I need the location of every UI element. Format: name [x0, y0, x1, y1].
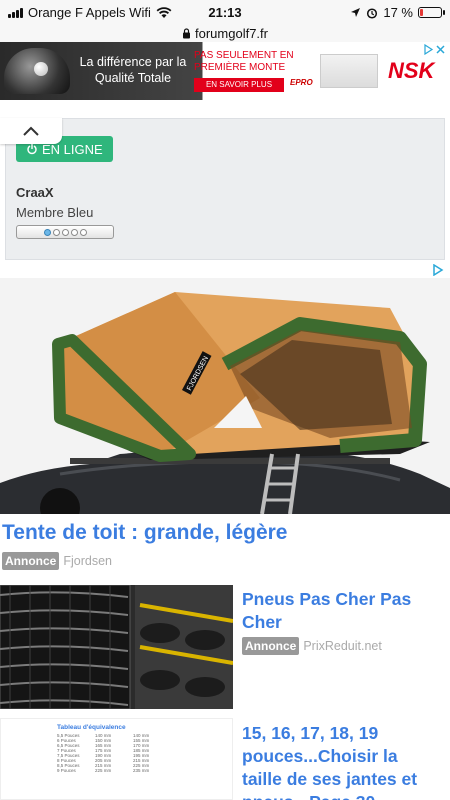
tires-ad-image[interactable] [0, 585, 233, 709]
oyster-pearl-image [4, 48, 70, 94]
rank-progress [16, 225, 114, 239]
ad-claim: La différence par la Qualité Totale [79, 55, 187, 85]
sponsored-badge: Annonce [2, 552, 60, 570]
ad-sub-brand: EPRO [290, 78, 313, 87]
adchoices-icon[interactable] [424, 44, 446, 55]
lock-icon [183, 27, 190, 38]
bearing-box-image [320, 54, 378, 88]
rank-dot [70, 228, 78, 236]
top-ad-banner[interactable]: La différence par la Qualité Totale PAS … [0, 42, 450, 100]
tires-ad-meta: Annonce PrixReduit.net [242, 637, 382, 655]
table-cell: 235 mm [133, 768, 150, 773]
adchoices-icon[interactable] [432, 264, 444, 276]
tires-ad-title[interactable]: Pneus Pas Cher Pas Cher [242, 588, 442, 634]
table-cell: 225 mm [95, 768, 112, 773]
username[interactable]: CraaX [16, 185, 54, 200]
rank-dot [61, 228, 69, 236]
ad-brand-logo: NSK [388, 58, 435, 83]
battery-percent: 17 % [383, 5, 413, 20]
chevron-up-icon [23, 126, 39, 136]
ad-source: PrixReduit.net [303, 639, 382, 653]
table-cell: 9 Pouces [57, 768, 76, 773]
table-title: Tableau d'équivalence [57, 724, 126, 731]
collapse-tab[interactable] [0, 118, 62, 144]
roof-tent-ad-image[interactable]: FJORDSEN [0, 278, 450, 514]
rank-dot [79, 228, 87, 236]
battery-icon [418, 7, 445, 18]
status-right: 17 % [350, 5, 445, 20]
roof-tent-ad-meta: Annonce Fjordsen [2, 552, 112, 570]
user-rank: Membre Bleu [16, 205, 94, 220]
status-bar: Orange F Appels Wifi 21:13 17 % [0, 0, 450, 24]
rank-dot [43, 228, 51, 236]
equivalence-table-thumbnail: Tableau d'équivalence 5,5 Pouces 140 mm 14… [1, 719, 232, 773]
ad-cta-button[interactable]: EN SAVOIR PLUS [194, 78, 284, 92]
user-profile-panel: EN LIGNE CraaX Membre Bleu [5, 118, 445, 260]
ad-headline: PAS SEULEMENT EN PREMIÈRE MONTE [194, 50, 294, 73]
alarm-icon [367, 7, 378, 19]
rim-size-article-title[interactable]: 15, 16, 17, 18, 19 pouces...Choisir la t… [242, 722, 442, 800]
ad-source: Fjordsen [63, 554, 112, 568]
url-bar[interactable]: forumgolf7.fr [0, 24, 450, 42]
rim-size-article-image[interactable]: Tableau d'équivalence 5,5 Pouces 140 mm 14… [0, 718, 233, 800]
tire-stack-photo [0, 585, 233, 709]
roof-tent-illustration: FJORDSEN [0, 278, 450, 514]
sponsored-badge: Annonce [242, 637, 300, 655]
power-icon [27, 144, 37, 155]
url-domain: forumgolf7.fr [195, 25, 268, 41]
roof-tent-ad-title[interactable]: Tente de toit : grande, légère [2, 521, 288, 545]
rank-dot [52, 228, 60, 236]
table-row: 9 Pouces 225 mm 235 mm [57, 768, 232, 773]
location-arrow-icon [351, 8, 361, 17]
